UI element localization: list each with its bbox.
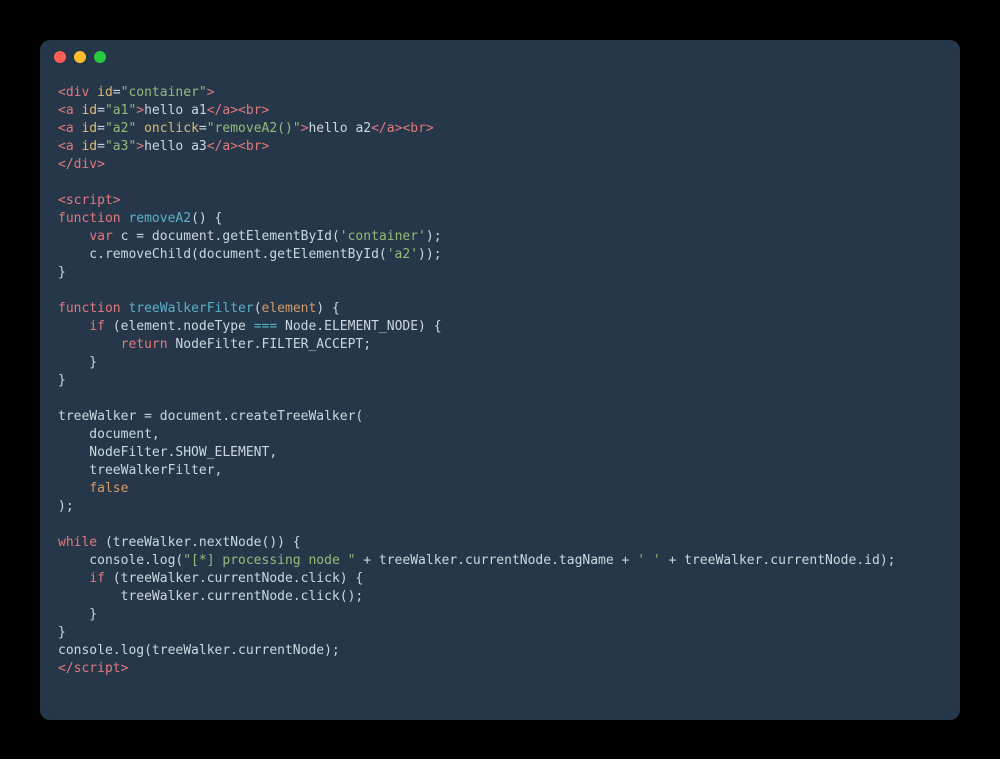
code-token: () {	[191, 211, 222, 226]
code-token: }	[58, 373, 66, 388]
code-token: treeWalkerFilter,	[58, 463, 222, 478]
code-token: function	[58, 211, 121, 226]
code-token: 'container'	[340, 229, 426, 244]
code-token: =	[113, 85, 121, 100]
code-token: "a2"	[105, 121, 136, 136]
code-token	[58, 571, 89, 586]
code-token: </a><br>	[207, 103, 270, 118]
code-token: id	[81, 103, 97, 118]
code-token: }	[58, 625, 66, 640]
code-token: return	[121, 337, 168, 352]
code-token: ' '	[637, 553, 660, 568]
code-token: (element.nodeType	[105, 319, 254, 334]
code-token: (treeWalker.nextNode()) {	[97, 535, 301, 550]
code-token: "a3"	[105, 139, 136, 154]
traffic-light-zoom-icon[interactable]	[94, 51, 106, 63]
code-token: false	[89, 481, 128, 496]
code-token: (treeWalker.currentNode.click) {	[105, 571, 363, 586]
traffic-light-minimize-icon[interactable]	[74, 51, 86, 63]
code-token	[89, 85, 97, 100]
code-token	[58, 229, 89, 244]
code-token: </script>	[58, 661, 128, 676]
code-token: >	[136, 103, 144, 118]
code-token: =	[97, 121, 105, 136]
code-window: <div id="container"> <a id="a1">hello a1…	[40, 40, 960, 720]
code-token	[136, 121, 144, 136]
code-token: id	[97, 85, 113, 100]
code-token: =	[199, 121, 207, 136]
code-token: NodeFilter.SHOW_ELEMENT,	[58, 445, 277, 460]
code-token: (	[254, 301, 262, 316]
code-token: "[*] processing node "	[183, 553, 355, 568]
code-token: hello a2	[308, 121, 371, 136]
code-token: if	[89, 571, 105, 586]
code-token: treeWalkerFilter	[128, 301, 253, 316]
code-token: ===	[254, 319, 277, 334]
code-token: <a	[58, 139, 74, 154]
code-token: }	[58, 355, 97, 370]
code-token: function	[58, 301, 121, 316]
code-token: + treeWalker.currentNode.id);	[661, 553, 896, 568]
code-token: document,	[58, 427, 160, 442]
code-token: element	[262, 301, 317, 316]
code-token: + treeWalker.currentNode.tagName +	[355, 553, 637, 568]
code-token: "a1"	[105, 103, 136, 118]
code-token: </div>	[58, 157, 105, 172]
code-token: treeWalker = document.createTreeWalker(	[58, 409, 363, 424]
code-token: "container"	[121, 85, 207, 100]
code-token: ) {	[316, 301, 339, 316]
code-token	[58, 337, 121, 352]
code-token: console.log(treeWalker.currentNode);	[58, 643, 340, 658]
code-token: c = document.getElementById(	[113, 229, 340, 244]
window-titlebar	[40, 40, 960, 74]
code-token: );	[58, 499, 74, 514]
code-token: while	[58, 535, 97, 550]
code-token: }	[58, 607, 97, 622]
code-token: c.removeChild(document.getElementById(	[58, 247, 387, 262]
code-token: Node.ELEMENT_NODE) {	[277, 319, 441, 334]
code-token: id	[81, 121, 97, 136]
code-token: ));	[418, 247, 441, 262]
code-token: if	[89, 319, 105, 334]
code-block: <div id="container"> <a id="a1">hello a1…	[40, 74, 960, 698]
code-token: <a	[58, 103, 74, 118]
code-token: var	[89, 229, 112, 244]
code-token: console.log(	[58, 553, 183, 568]
code-token: >	[136, 139, 144, 154]
traffic-light-close-icon[interactable]	[54, 51, 66, 63]
code-token: <script>	[58, 193, 121, 208]
code-token	[58, 481, 89, 496]
code-token	[58, 319, 89, 334]
code-token: "removeA2()"	[207, 121, 301, 136]
code-token: >	[207, 85, 215, 100]
code-token: </a><br>	[371, 121, 434, 136]
code-token: 'a2'	[387, 247, 418, 262]
code-token: <a	[58, 121, 74, 136]
code-token: hello a1	[144, 103, 207, 118]
code-token: onclick	[144, 121, 199, 136]
code-token: =	[97, 139, 105, 154]
code-token: );	[426, 229, 442, 244]
code-token: =	[97, 103, 105, 118]
code-token: <div	[58, 85, 89, 100]
code-token: id	[81, 139, 97, 154]
code-token: NodeFilter.FILTER_ACCEPT;	[168, 337, 372, 352]
code-token: }	[58, 265, 66, 280]
code-token: hello a3	[144, 139, 207, 154]
code-token: removeA2	[128, 211, 191, 226]
code-token: treeWalker.currentNode.click();	[58, 589, 363, 604]
code-token: </a><br>	[207, 139, 270, 154]
